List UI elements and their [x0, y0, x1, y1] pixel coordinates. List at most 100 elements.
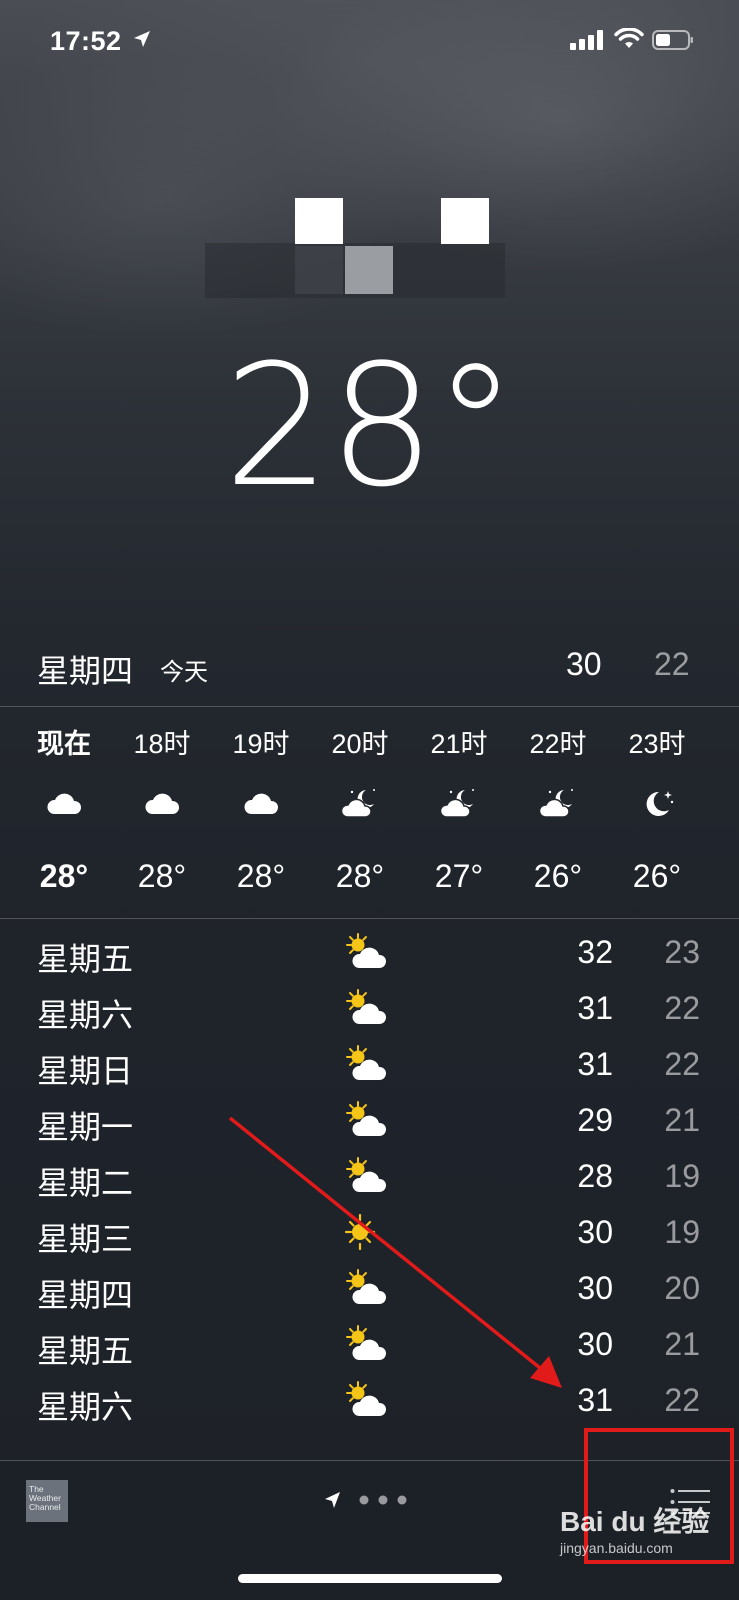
- status-bar: 17:52: [0, 22, 739, 58]
- partly-cloudy-night-icon: [538, 789, 573, 818]
- day-high: 31: [577, 1382, 613, 1418]
- daily-row: 星期六 31 22: [0, 1374, 739, 1430]
- day-name: 星期一: [37, 1109, 134, 1145]
- watermark-text: Bai du 经验: [560, 1506, 710, 1537]
- partly-sunny-icon: [346, 1381, 387, 1416]
- day-name: 星期四: [37, 1277, 134, 1313]
- page-dot: [359, 1495, 369, 1505]
- day-high: 31: [577, 1046, 613, 1082]
- day-low: 20: [664, 1270, 700, 1306]
- home-indicator[interactable]: [238, 1574, 502, 1583]
- baidu-watermark: Bai du 经验 jingyan.baidu.com: [560, 1500, 739, 1560]
- cloud-icon: [244, 793, 279, 814]
- day-low: 19: [664, 1158, 700, 1194]
- today-label: 今天: [160, 659, 208, 686]
- hour-item: 18时 28°: [112, 712, 212, 912]
- partly-sunny-icon: [346, 933, 387, 968]
- day-low: 22: [664, 1046, 700, 1082]
- page-dot: [397, 1495, 407, 1505]
- hour-item: 现在 28°: [14, 712, 114, 912]
- day-name: 星期六: [37, 997, 134, 1033]
- partly-sunny-icon: [346, 1157, 387, 1192]
- current-temperature: 28°: [223, 328, 518, 524]
- today-low: 22: [654, 646, 690, 682]
- wifi-icon: [614, 28, 644, 48]
- day-high: 30: [577, 1326, 613, 1362]
- moon-stars-icon: [646, 791, 674, 816]
- today-day: 星期四: [37, 653, 134, 689]
- hour-temp: 28°: [335, 858, 385, 894]
- day-high: 28: [577, 1158, 613, 1194]
- day-name: 星期五: [37, 941, 134, 977]
- page-dot: [378, 1495, 388, 1505]
- day-low: 21: [664, 1326, 700, 1362]
- day-name: 星期六: [37, 1389, 134, 1425]
- cloud-icon: [47, 793, 82, 814]
- partly-sunny-icon: [346, 989, 387, 1024]
- daily-row: 星期一 29 21: [0, 1094, 739, 1150]
- hour-temp: 28°: [39, 858, 89, 894]
- day-low: 22: [664, 1382, 700, 1418]
- logo-text: The Weather Channel: [29, 1484, 61, 1512]
- divider: [0, 706, 739, 707]
- hour-temp: 28°: [137, 858, 187, 894]
- location-arrow-icon: [134, 31, 150, 47]
- battery-icon: [652, 30, 693, 50]
- hour-time: 20时: [331, 729, 389, 759]
- day-high: 31: [577, 990, 613, 1026]
- day-name: 星期二: [37, 1165, 134, 1201]
- hour-item: 20时 28°: [310, 712, 410, 912]
- today-high: 30: [566, 646, 602, 682]
- hourly-forecast[interactable]: 现在 28° 18时 28° 19时 28° 20时 28° 21时 27° 2…: [0, 712, 739, 912]
- hour-time: 18时: [133, 729, 191, 759]
- daily-row: 星期六 31 22: [0, 982, 739, 1038]
- hour-temp: 27°: [434, 858, 484, 894]
- partly-cloudy-night-icon: [439, 789, 474, 818]
- partly-sunny-icon: [346, 1325, 387, 1360]
- daily-row: 星期五 30 21: [0, 1318, 739, 1374]
- daily-row: 星期三 30 19: [0, 1206, 739, 1262]
- hour-temp: 26°: [632, 858, 682, 894]
- hour-time: 19时: [232, 729, 290, 759]
- day-low: 23: [664, 934, 700, 970]
- daily-row: 星期日 31 22: [0, 1038, 739, 1094]
- day-high: 30: [577, 1270, 613, 1306]
- partly-sunny-icon: [346, 1269, 387, 1304]
- hour-item: 19时 28°: [211, 712, 311, 912]
- hour-time: 23时: [628, 729, 686, 759]
- daily-forecast-list[interactable]: 星期五 32 23 星期六 31 22 星期日 31 22 星期一 29 21 …: [0, 926, 739, 1430]
- daily-row: 星期五 32 23: [0, 926, 739, 982]
- day-name: 星期五: [37, 1333, 134, 1369]
- cloud-icon: [145, 793, 180, 814]
- hour-temp: 28°: [236, 858, 286, 894]
- cellular-signal-icon: [570, 30, 603, 50]
- weather-channel-logo[interactable]: The Weather Channel: [26, 1480, 68, 1522]
- location-name-obscured: [205, 198, 505, 298]
- hour-item: 23时 26°: [607, 712, 707, 912]
- watermark-url: jingyan.baidu.com: [560, 1540, 673, 1556]
- hour-item: 21时 27°: [409, 712, 509, 912]
- hour-time: 现在: [37, 729, 91, 759]
- day-high: 32: [577, 934, 613, 970]
- day-low: 22: [664, 990, 700, 1026]
- day-high: 29: [577, 1102, 613, 1138]
- day-high: 30: [577, 1214, 613, 1250]
- location-page-icon: [325, 1492, 340, 1508]
- day-name: 星期三: [37, 1221, 134, 1257]
- daily-row: 星期二 28 19: [0, 1150, 739, 1206]
- day-low: 19: [664, 1214, 700, 1250]
- day-name: 星期日: [37, 1053, 134, 1089]
- partly-sunny-icon: [346, 1101, 387, 1136]
- hour-time: 21时: [430, 729, 488, 759]
- partly-cloudy-night-icon: [340, 789, 375, 818]
- status-time: 17:52: [50, 26, 122, 56]
- day-low: 21: [664, 1102, 700, 1138]
- hour-time: 22时: [529, 729, 587, 759]
- today-summary-row: 星期四 今天 30 22: [0, 640, 739, 696]
- hour-temp: 26°: [533, 858, 583, 894]
- sun-icon: [344, 1213, 376, 1251]
- partly-sunny-icon: [346, 1045, 387, 1080]
- divider: [0, 918, 739, 919]
- page-indicator[interactable]: [322, 1488, 412, 1512]
- daily-row: 星期四 30 20: [0, 1262, 739, 1318]
